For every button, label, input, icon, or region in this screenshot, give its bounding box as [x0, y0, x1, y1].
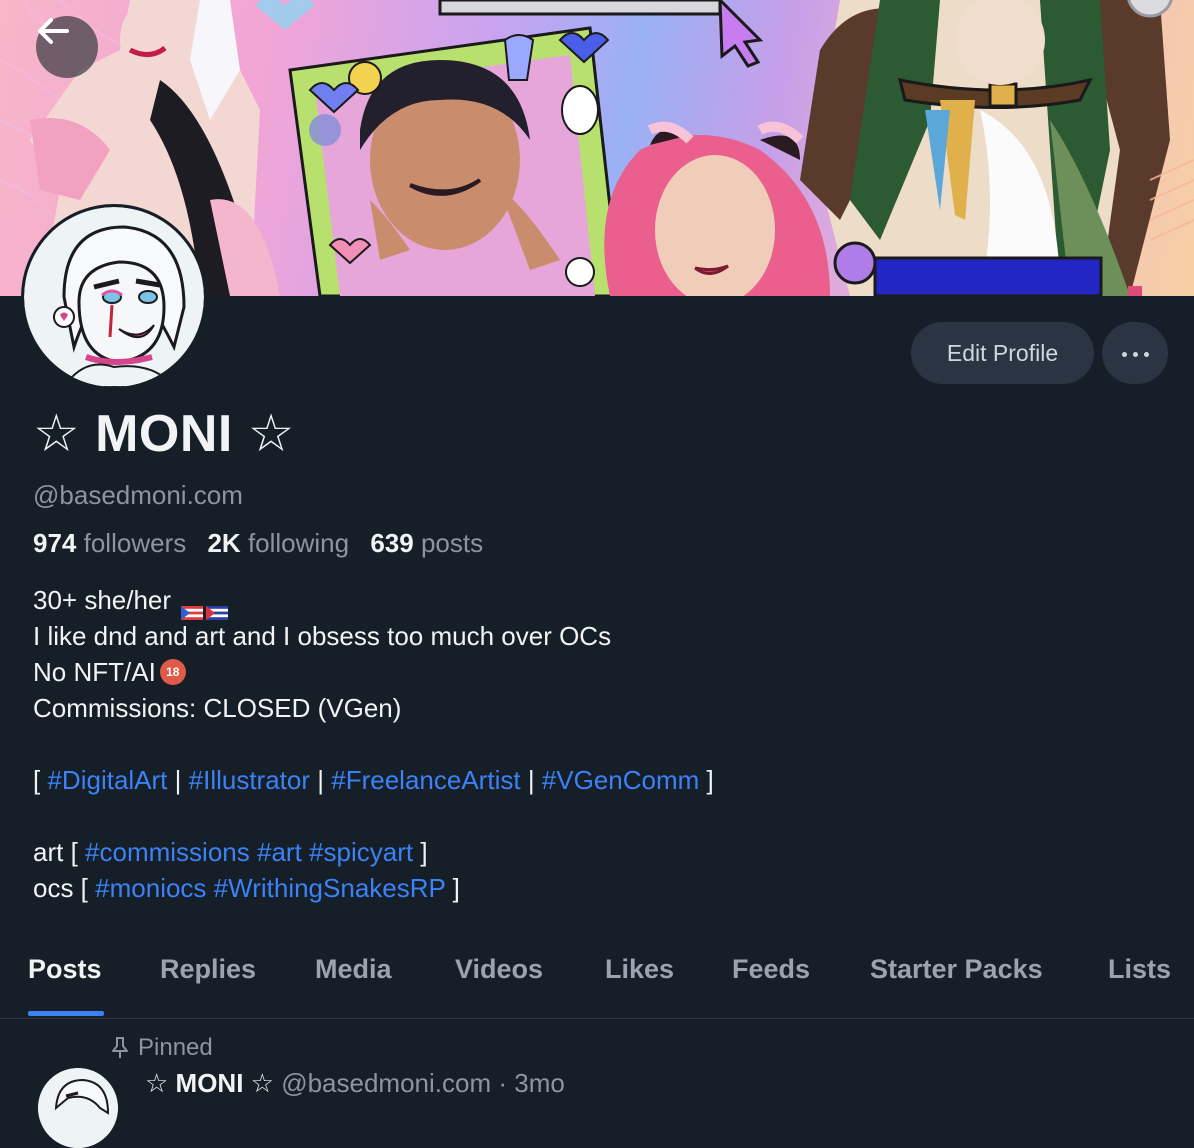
post-author-handle[interactable]: @basedmoni.com — [281, 1068, 491, 1098]
active-tab-indicator — [28, 1011, 104, 1016]
post-separator: · — [498, 1068, 508, 1098]
tab-replies[interactable]: Replies — [160, 954, 256, 985]
pinned-label: Pinned — [138, 1034, 213, 1061]
posts-label: posts — [420, 528, 484, 558]
tab-media[interactable]: Media — [315, 954, 392, 985]
more-options-button[interactable] — [1102, 322, 1168, 384]
hashtag-link[interactable]: #commissions — [85, 837, 250, 867]
separator: | — [317, 765, 325, 795]
bio-ocs-line: ocs [ #moniocs #WrithingSnakesRP ] — [33, 870, 714, 906]
following-stat[interactable]: 2K following — [207, 528, 349, 558]
hashtag-link[interactable]: #art — [257, 837, 302, 867]
hashtag-link[interactable]: #Illustrator — [189, 765, 310, 795]
ellipsis-icon — [1119, 344, 1152, 362]
no-under-18-icon: 18 — [159, 659, 186, 686]
bio-line: No NFT/AI 18 — [33, 654, 714, 690]
bio-text: 30+ she/her — [33, 585, 172, 615]
hashtag-link[interactable]: #FreelanceArtist — [331, 765, 520, 795]
bio-tags-line: [ #DigitalArt | #Illustrator | #Freelanc… — [33, 762, 714, 798]
following-label: following — [247, 528, 350, 558]
profile-avatar[interactable] — [21, 204, 207, 390]
avatar-illustration — [24, 207, 204, 387]
hashtag-link[interactable]: #DigitalArt — [47, 765, 167, 795]
post-author-name[interactable]: ☆ MONI ☆ — [145, 1068, 274, 1098]
separator: | — [527, 765, 535, 795]
pin-icon — [110, 1036, 130, 1060]
bio-line: Commissions: CLOSED (VGen) — [33, 693, 402, 723]
posts-stat: 639 posts — [370, 528, 483, 558]
post-time[interactable]: 3mo — [514, 1068, 565, 1098]
following-count: 2K — [207, 528, 241, 558]
tab-posts[interactable]: Posts — [28, 954, 102, 985]
hashtag-link[interactable]: #spicyart — [309, 837, 413, 867]
followers-count: 974 — [33, 528, 77, 558]
hashtag-link[interactable]: #VGenComm — [542, 765, 700, 795]
followers-label: followers — [83, 528, 187, 558]
display-name: ☆ MONI ☆ — [33, 405, 295, 463]
bio-line: 30+ she/her — [33, 582, 714, 621]
tab-videos[interactable]: Videos — [455, 954, 543, 985]
tab-feeds[interactable]: Feeds — [732, 954, 810, 985]
bio-line: I like dnd and art and I obsess too much… — [33, 621, 612, 651]
bio-text: art [ — [33, 837, 78, 867]
tab-lists[interactable]: Lists — [1108, 954, 1171, 985]
hashtag-link[interactable]: #moniocs — [95, 873, 206, 903]
profile-tabs: Posts Replies Media Videos Likes Feeds S… — [0, 944, 1194, 1019]
pinned-indicator: Pinned — [110, 1034, 213, 1062]
tab-starter-packs[interactable]: Starter Packs — [870, 954, 1043, 985]
separator: | — [174, 765, 182, 795]
edit-profile-button[interactable]: Edit Profile — [911, 322, 1094, 384]
posts-count: 639 — [370, 528, 414, 558]
post-author-avatar[interactable] — [38, 1068, 118, 1148]
profile-handle: @basedmoni.com — [33, 480, 243, 510]
followers-stat[interactable]: 974 followers — [33, 528, 186, 558]
profile-bio: 30+ she/her I like dnd and art and I obs… — [33, 582, 714, 906]
bracket: [ — [33, 765, 41, 795]
hashtag-link[interactable]: #WrithingSnakesRP — [214, 873, 446, 903]
profile-stats: 974 followers 2K following 639 posts — [33, 528, 483, 559]
bracket: ] — [706, 765, 714, 795]
puerto-rico-flag-icon — [181, 593, 204, 621]
bracket: ] — [452, 873, 460, 903]
bio-text: No NFT/AI — [33, 657, 156, 687]
bio-text: ocs [ — [33, 873, 88, 903]
bio-art-line: art [ #commissions #art #spicyart ] — [33, 834, 714, 870]
back-button[interactable] — [36, 16, 98, 78]
tab-likes[interactable]: Likes — [605, 954, 674, 985]
cuba-flag-icon — [206, 593, 229, 621]
bracket: ] — [420, 837, 428, 867]
post-header: ☆ MONI ☆ @basedmoni.com · 3mo — [145, 1068, 565, 1099]
